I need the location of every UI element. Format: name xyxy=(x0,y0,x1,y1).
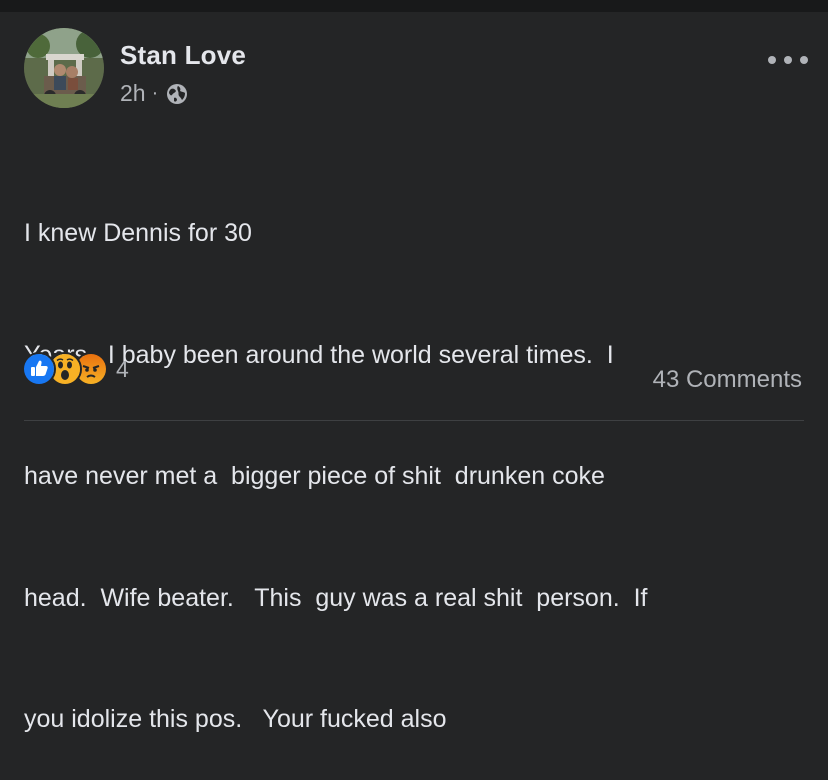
reaction-count: 4 xyxy=(116,355,129,382)
more-options-icon[interactable] xyxy=(768,50,808,70)
reactions-summary[interactable]: 4 xyxy=(22,352,129,386)
meta-separator: · xyxy=(151,82,159,104)
message-line: I knew Dennis for 30 xyxy=(24,219,252,247)
feed-divider xyxy=(0,0,828,12)
avatar-photo xyxy=(24,28,104,108)
message-line: have never met a bigger piece of shit dr… xyxy=(24,462,605,490)
post-message: I knew Dennis for 30 Years I baby been a… xyxy=(24,132,804,780)
comments-link[interactable]: 43 Comments xyxy=(653,366,802,394)
message-line: you idolize this pos. Your fucked also xyxy=(24,705,447,733)
message-line: head. Wife beater. This guy was a real s… xyxy=(24,583,648,612)
avatar[interactable] xyxy=(24,28,104,108)
author-name[interactable]: Stan Love xyxy=(120,40,246,71)
like-icon xyxy=(22,352,56,386)
post-footer-divider xyxy=(24,420,804,421)
post-time[interactable]: 2h xyxy=(120,80,146,107)
post-meta: 2h · xyxy=(120,80,188,107)
globe-icon[interactable] xyxy=(166,83,188,105)
